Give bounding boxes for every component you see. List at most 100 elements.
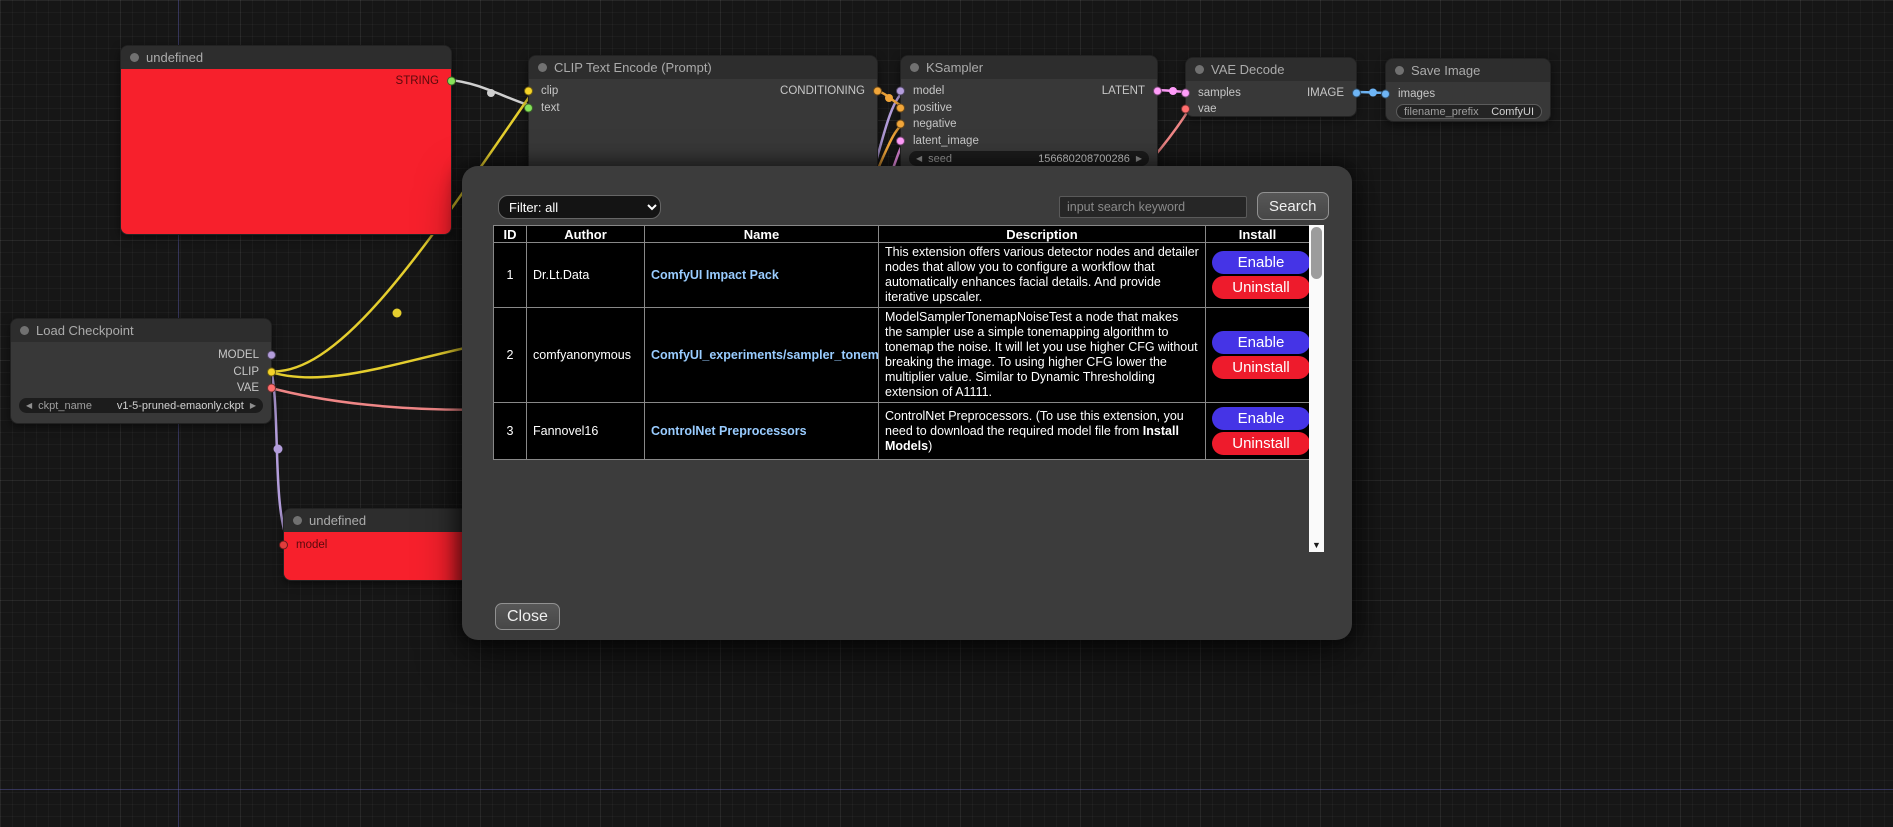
ext-description: ControlNet Preprocessors. (To use this e… bbox=[879, 403, 1206, 460]
close-button[interactable]: Close bbox=[495, 603, 560, 630]
node-title-bar[interactable]: Load Checkpoint bbox=[11, 319, 271, 342]
ext-author: Dr.Lt.Data bbox=[527, 243, 645, 308]
ckpt-name-widget[interactable]: ◀ ckpt_name v1-5-pruned-emaonly.ckpt ▶ bbox=[19, 398, 263, 413]
slot-dot-icon[interactable] bbox=[267, 351, 276, 360]
slot-dot-icon[interactable] bbox=[896, 104, 905, 113]
uninstall-button[interactable]: Uninstall bbox=[1212, 276, 1310, 299]
enable-button[interactable]: Enable bbox=[1212, 331, 1310, 354]
ext-description: This extension offers various detector n… bbox=[879, 243, 1206, 308]
scroll-down-icon[interactable]: ▼ bbox=[1309, 540, 1324, 550]
output-slot-clip[interactable]: CLIP bbox=[11, 364, 271, 380]
slot-dot-icon[interactable] bbox=[1381, 90, 1390, 99]
seed-widget[interactable]: ◀ seed 156680208700286 ▶ bbox=[909, 151, 1149, 166]
ext-author: Fannovel16 bbox=[527, 403, 645, 460]
input-slot-images[interactable]: images bbox=[1386, 86, 1550, 102]
slot-dot-icon[interactable] bbox=[267, 368, 276, 377]
increment-icon[interactable]: ▶ bbox=[1136, 155, 1142, 163]
node-title: Load Checkpoint bbox=[36, 323, 134, 338]
output-slot-model[interactable]: MODEL bbox=[11, 347, 271, 363]
slot-dot-icon[interactable] bbox=[447, 77, 456, 86]
seed-value: 156680208700286 bbox=[1038, 153, 1130, 165]
filename-prefix-widget[interactable]: filename_prefix ComfyUI bbox=[1396, 104, 1542, 119]
extension-manager-dialog: Filter: all Search ID Author Name Descri… bbox=[462, 166, 1352, 640]
collapse-toggle-icon[interactable] bbox=[130, 53, 139, 62]
collapse-toggle-icon[interactable] bbox=[910, 63, 919, 72]
decrement-icon[interactable]: ◀ bbox=[916, 155, 922, 163]
collapse-toggle-icon[interactable] bbox=[538, 63, 547, 72]
node-title-bar[interactable]: undefined bbox=[284, 509, 468, 532]
ext-name-link[interactable]: ComfyUI_experiments/sampler_tonemap bbox=[651, 348, 879, 362]
collapse-toggle-icon[interactable] bbox=[1195, 65, 1204, 74]
header-install: Install bbox=[1206, 226, 1310, 243]
output-slot-vae[interactable]: VAE bbox=[11, 380, 271, 396]
filter-select[interactable]: Filter: all bbox=[498, 195, 661, 219]
canvas-guide-horizontal bbox=[0, 789, 1893, 790]
extension-table: ID Author Name Description Install 1 Dr.… bbox=[493, 225, 1310, 460]
slot-dot-icon[interactable] bbox=[267, 384, 276, 393]
header-id: ID bbox=[494, 226, 527, 243]
input-slot-vae[interactable]: vae bbox=[1186, 101, 1356, 117]
slot-dot-icon[interactable] bbox=[873, 87, 882, 96]
ext-author: comfyanonymous bbox=[527, 308, 645, 403]
ext-id: 3 bbox=[494, 403, 527, 460]
node-title: undefined bbox=[146, 50, 203, 65]
node-title: undefined bbox=[309, 513, 366, 528]
node-load-checkpoint[interactable]: Load Checkpoint MODEL CLIP VAE ◀ ckpt_na… bbox=[10, 318, 272, 424]
node-vae-decode[interactable]: VAE Decode samples vae IMAGE bbox=[1185, 57, 1357, 117]
search-input[interactable] bbox=[1059, 196, 1247, 218]
node-title: VAE Decode bbox=[1211, 62, 1284, 77]
header-name: Name bbox=[645, 226, 879, 243]
enable-button[interactable]: Enable bbox=[1212, 251, 1310, 274]
table-scrollbar[interactable]: ▼ bbox=[1309, 225, 1324, 552]
slot-dot-icon[interactable] bbox=[279, 541, 288, 550]
node-title: CLIP Text Encode (Prompt) bbox=[554, 60, 712, 75]
extension-row: 1 Dr.Lt.Data ComfyUI Impact Pack This ex… bbox=[494, 243, 1310, 308]
collapse-toggle-icon[interactable] bbox=[293, 516, 302, 525]
scrollbar-thumb[interactable] bbox=[1311, 227, 1322, 279]
extension-row: 2 comfyanonymous ComfyUI_experiments/sam… bbox=[494, 308, 1310, 403]
output-slot-image[interactable]: IMAGE bbox=[1186, 85, 1356, 101]
enable-button[interactable]: Enable bbox=[1212, 407, 1310, 430]
next-option-icon[interactable]: ▶ bbox=[250, 402, 256, 410]
ext-name-link[interactable]: ComfyUI Impact Pack bbox=[651, 268, 779, 282]
node-title: KSampler bbox=[926, 60, 983, 75]
table-header-row: ID Author Name Description Install bbox=[494, 226, 1310, 243]
search-button[interactable]: Search bbox=[1257, 192, 1329, 220]
slot-dot-icon[interactable] bbox=[1352, 89, 1361, 98]
input-slot-positive[interactable]: positive bbox=[901, 100, 1157, 116]
collapse-toggle-icon[interactable] bbox=[1395, 66, 1404, 75]
node-undefined-top[interactable]: undefined STRING bbox=[120, 45, 452, 235]
ext-id: 1 bbox=[494, 243, 527, 308]
node-undefined-bottom[interactable]: undefined model bbox=[283, 508, 469, 581]
node-title-bar[interactable]: VAE Decode bbox=[1186, 58, 1356, 81]
slot-dot-icon[interactable] bbox=[1181, 105, 1190, 114]
uninstall-button[interactable]: Uninstall bbox=[1212, 356, 1310, 379]
node-save-image[interactable]: Save Image images filename_prefix ComfyU… bbox=[1385, 58, 1551, 122]
uninstall-button[interactable]: Uninstall bbox=[1212, 432, 1310, 455]
extension-table-wrap: ID Author Name Description Install 1 Dr.… bbox=[493, 225, 1324, 552]
node-title-bar[interactable]: undefined bbox=[121, 46, 451, 69]
ext-id: 2 bbox=[494, 308, 527, 403]
slot-dot-icon[interactable] bbox=[896, 137, 905, 146]
slot-dot-icon[interactable] bbox=[896, 120, 905, 129]
node-title-bar[interactable]: CLIP Text Encode (Prompt) bbox=[529, 56, 877, 79]
slot-dot-icon[interactable] bbox=[524, 104, 533, 113]
prev-option-icon[interactable]: ◀ bbox=[26, 402, 32, 410]
ext-name-link[interactable]: ControlNet Preprocessors bbox=[651, 424, 807, 438]
node-title: Save Image bbox=[1411, 63, 1480, 78]
input-slot-latent-image[interactable]: latent_image bbox=[901, 133, 1157, 149]
input-slot-negative[interactable]: negative bbox=[901, 116, 1157, 132]
input-slot-text[interactable]: text bbox=[529, 100, 877, 116]
collapse-toggle-icon[interactable] bbox=[20, 326, 29, 335]
output-slot-conditioning[interactable]: CONDITIONING bbox=[529, 83, 877, 99]
header-author: Author bbox=[527, 226, 645, 243]
node-error-body bbox=[121, 69, 451, 234]
output-slot-string[interactable]: STRING bbox=[121, 73, 451, 89]
output-slot-latent[interactable]: LATENT bbox=[901, 83, 1157, 99]
node-title-bar[interactable]: Save Image bbox=[1386, 59, 1550, 82]
input-slot-model[interactable]: model bbox=[284, 537, 468, 553]
slot-dot-icon[interactable] bbox=[1153, 87, 1162, 96]
node-title-bar[interactable]: KSampler bbox=[901, 56, 1157, 79]
header-description: Description bbox=[879, 226, 1206, 243]
ext-description: ModelSamplerTonemapNoiseTest a node that… bbox=[879, 308, 1206, 403]
